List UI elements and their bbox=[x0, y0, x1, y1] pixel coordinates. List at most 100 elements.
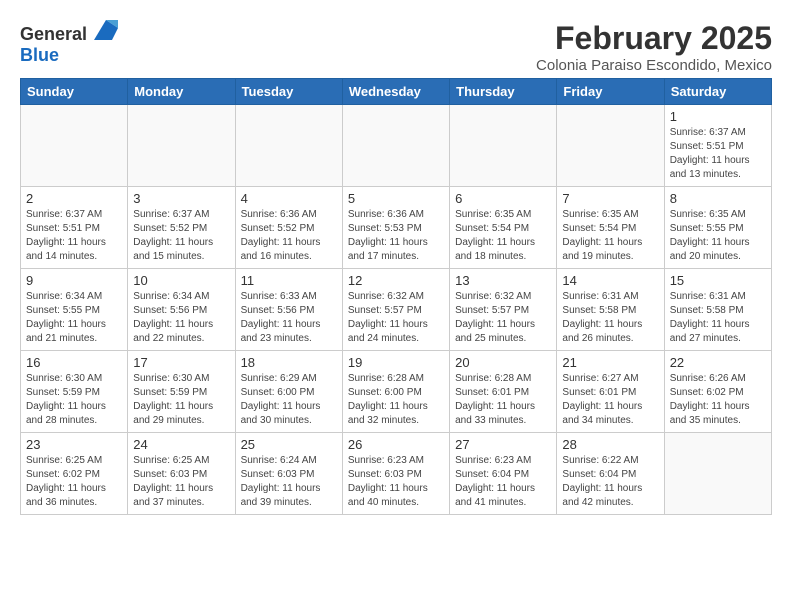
day-info: Sunrise: 6:30 AM Sunset: 5:59 PM Dayligh… bbox=[133, 372, 229, 428]
day-info: Sunrise: 6:36 AM Sunset: 5:52 PM Dayligh… bbox=[241, 208, 337, 264]
header-saturday: Saturday bbox=[664, 79, 771, 105]
day-info: Sunrise: 6:37 AM Sunset: 5:51 PM Dayligh… bbox=[26, 208, 122, 264]
header-row: SundayMondayTuesdayWednesdayThursdayFrid… bbox=[21, 79, 772, 105]
logo: General Blue bbox=[20, 20, 118, 66]
week-row-3: 16 Sunrise: 6:30 AM Sunset: 5:59 PM Dayli… bbox=[21, 351, 772, 433]
header-friday: Friday bbox=[557, 79, 664, 105]
day-info: Sunrise: 6:28 AM Sunset: 6:01 PM Dayligh… bbox=[455, 372, 551, 428]
day-cell: 27 Sunrise: 6:23 AM Sunset: 6:04 PM Dayli… bbox=[450, 433, 557, 515]
day-info: Sunrise: 6:35 AM Sunset: 5:54 PM Dayligh… bbox=[562, 208, 658, 264]
header-thursday: Thursday bbox=[450, 79, 557, 105]
day-number: 22 bbox=[670, 355, 766, 370]
logo-text: General Blue bbox=[20, 20, 118, 66]
day-number: 12 bbox=[348, 273, 444, 288]
day-cell: 8 Sunrise: 6:35 AM Sunset: 5:55 PM Daylig… bbox=[664, 187, 771, 269]
day-number: 25 bbox=[241, 437, 337, 452]
day-cell: 24 Sunrise: 6:25 AM Sunset: 6:03 PM Dayli… bbox=[128, 433, 235, 515]
day-info: Sunrise: 6:33 AM Sunset: 5:56 PM Dayligh… bbox=[241, 290, 337, 346]
day-cell: 15Sunrise: 6:31 AM Sunset: 5:58 PM Dayli… bbox=[664, 269, 771, 351]
day-number: 2 bbox=[26, 191, 122, 206]
day-number: 13 bbox=[455, 273, 551, 288]
day-number: 24 bbox=[133, 437, 229, 452]
day-cell: 14 Sunrise: 6:31 AM Sunset: 5:58 PM Dayli… bbox=[557, 269, 664, 351]
day-info: Sunrise: 6:25 AM Sunset: 6:03 PM Dayligh… bbox=[133, 454, 229, 510]
header-wednesday: Wednesday bbox=[342, 79, 449, 105]
day-info: Sunrise: 6:34 AM Sunset: 5:56 PM Dayligh… bbox=[133, 290, 229, 346]
day-info: Sunrise: 6:32 AM Sunset: 5:57 PM Dayligh… bbox=[455, 290, 551, 346]
calendar-table: SundayMondayTuesdayWednesdayThursdayFrid… bbox=[20, 78, 772, 515]
day-cell: 1Sunrise: 6:37 AM Sunset: 5:51 PM Daylig… bbox=[664, 105, 771, 187]
day-info: Sunrise: 6:22 AM Sunset: 6:04 PM Dayligh… bbox=[562, 454, 658, 510]
day-number: 6 bbox=[455, 191, 551, 206]
day-cell: 25 Sunrise: 6:24 AM Sunset: 6:03 PM Dayli… bbox=[235, 433, 342, 515]
day-cell: 18Sunrise: 6:29 AM Sunset: 6:00 PM Dayli… bbox=[235, 351, 342, 433]
day-number: 16 bbox=[26, 355, 122, 370]
week-row-4: 23Sunrise: 6:25 AM Sunset: 6:02 PM Dayli… bbox=[21, 433, 772, 515]
day-info: Sunrise: 6:25 AM Sunset: 6:02 PM Dayligh… bbox=[26, 454, 122, 510]
day-info: Sunrise: 6:37 AM Sunset: 5:52 PM Dayligh… bbox=[133, 208, 229, 264]
header-sunday: Sunday bbox=[21, 79, 128, 105]
day-number: 27 bbox=[455, 437, 551, 452]
week-row-1: 2 Sunrise: 6:37 AM Sunset: 5:51 PM Daylig… bbox=[21, 187, 772, 269]
week-row-0: 1Sunrise: 6:37 AM Sunset: 5:51 PM Daylig… bbox=[21, 105, 772, 187]
day-info: Sunrise: 6:23 AM Sunset: 6:03 PM Dayligh… bbox=[348, 454, 444, 510]
day-info: Sunrise: 6:30 AM Sunset: 5:59 PM Dayligh… bbox=[26, 372, 122, 428]
day-cell bbox=[342, 105, 449, 187]
day-number: 26 bbox=[348, 437, 444, 452]
header-tuesday: Tuesday bbox=[235, 79, 342, 105]
day-number: 5 bbox=[348, 191, 444, 206]
day-cell: 10 Sunrise: 6:34 AM Sunset: 5:56 PM Dayli… bbox=[128, 269, 235, 351]
day-info: Sunrise: 6:23 AM Sunset: 6:04 PM Dayligh… bbox=[455, 454, 551, 510]
day-number: 8 bbox=[670, 191, 766, 206]
page-header: General Blue February 2025 Colonia Parai… bbox=[20, 20, 772, 74]
day-cell bbox=[21, 105, 128, 187]
day-info: Sunrise: 6:29 AM Sunset: 6:00 PM Dayligh… bbox=[241, 372, 337, 428]
day-info: Sunrise: 6:27 AM Sunset: 6:01 PM Dayligh… bbox=[562, 372, 658, 428]
day-cell: 7 Sunrise: 6:35 AM Sunset: 5:54 PM Daylig… bbox=[557, 187, 664, 269]
day-cell bbox=[235, 105, 342, 187]
week-row-2: 9 Sunrise: 6:34 AM Sunset: 5:55 PM Daylig… bbox=[21, 269, 772, 351]
day-cell: 23Sunrise: 6:25 AM Sunset: 6:02 PM Dayli… bbox=[21, 433, 128, 515]
day-number: 1 bbox=[670, 109, 766, 124]
header-monday: Monday bbox=[128, 79, 235, 105]
day-number: 11 bbox=[241, 273, 337, 288]
day-cell: 20Sunrise: 6:28 AM Sunset: 6:01 PM Dayli… bbox=[450, 351, 557, 433]
logo-icon bbox=[94, 20, 118, 40]
calendar-subtitle: Colonia Paraiso Escondido, Mexico bbox=[536, 57, 772, 74]
day-number: 7 bbox=[562, 191, 658, 206]
day-cell: 21Sunrise: 6:27 AM Sunset: 6:01 PM Dayli… bbox=[557, 351, 664, 433]
day-info: Sunrise: 6:32 AM Sunset: 5:57 PM Dayligh… bbox=[348, 290, 444, 346]
day-cell bbox=[450, 105, 557, 187]
day-cell: 22 Sunrise: 6:26 AM Sunset: 6:02 PM Dayli… bbox=[664, 351, 771, 433]
day-cell: 19 Sunrise: 6:28 AM Sunset: 6:00 PM Dayli… bbox=[342, 351, 449, 433]
day-info: Sunrise: 6:34 AM Sunset: 5:55 PM Dayligh… bbox=[26, 290, 122, 346]
day-info: Sunrise: 6:35 AM Sunset: 5:54 PM Dayligh… bbox=[455, 208, 551, 264]
day-number: 14 bbox=[562, 273, 658, 288]
day-cell: 26 Sunrise: 6:23 AM Sunset: 6:03 PM Dayli… bbox=[342, 433, 449, 515]
day-cell bbox=[557, 105, 664, 187]
day-info: Sunrise: 6:35 AM Sunset: 5:55 PM Dayligh… bbox=[670, 208, 766, 264]
day-number: 28 bbox=[562, 437, 658, 452]
day-cell: 3Sunrise: 6:37 AM Sunset: 5:52 PM Daylig… bbox=[128, 187, 235, 269]
day-number: 9 bbox=[26, 273, 122, 288]
day-cell: 16 Sunrise: 6:30 AM Sunset: 5:59 PM Dayli… bbox=[21, 351, 128, 433]
day-number: 10 bbox=[133, 273, 229, 288]
day-number: 15 bbox=[670, 273, 766, 288]
title-area: February 2025 Colonia Paraiso Escondido,… bbox=[536, 20, 772, 74]
day-cell: 13 Sunrise: 6:32 AM Sunset: 5:57 PM Dayli… bbox=[450, 269, 557, 351]
day-cell: 28 Sunrise: 6:22 AM Sunset: 6:04 PM Dayli… bbox=[557, 433, 664, 515]
day-cell bbox=[128, 105, 235, 187]
day-number: 19 bbox=[348, 355, 444, 370]
day-cell: 12 Sunrise: 6:32 AM Sunset: 5:57 PM Dayli… bbox=[342, 269, 449, 351]
day-cell bbox=[664, 433, 771, 515]
day-cell: 9 Sunrise: 6:34 AM Sunset: 5:55 PM Daylig… bbox=[21, 269, 128, 351]
day-info: Sunrise: 6:24 AM Sunset: 6:03 PM Dayligh… bbox=[241, 454, 337, 510]
day-number: 17 bbox=[133, 355, 229, 370]
day-cell: 6 Sunrise: 6:35 AM Sunset: 5:54 PM Daylig… bbox=[450, 187, 557, 269]
logo-general: General bbox=[20, 24, 87, 44]
day-info: Sunrise: 6:28 AM Sunset: 6:00 PM Dayligh… bbox=[348, 372, 444, 428]
day-info: Sunrise: 6:36 AM Sunset: 5:53 PM Dayligh… bbox=[348, 208, 444, 264]
day-number: 4 bbox=[241, 191, 337, 206]
day-info: Sunrise: 6:26 AM Sunset: 6:02 PM Dayligh… bbox=[670, 372, 766, 428]
day-info: Sunrise: 6:31 AM Sunset: 5:58 PM Dayligh… bbox=[562, 290, 658, 346]
